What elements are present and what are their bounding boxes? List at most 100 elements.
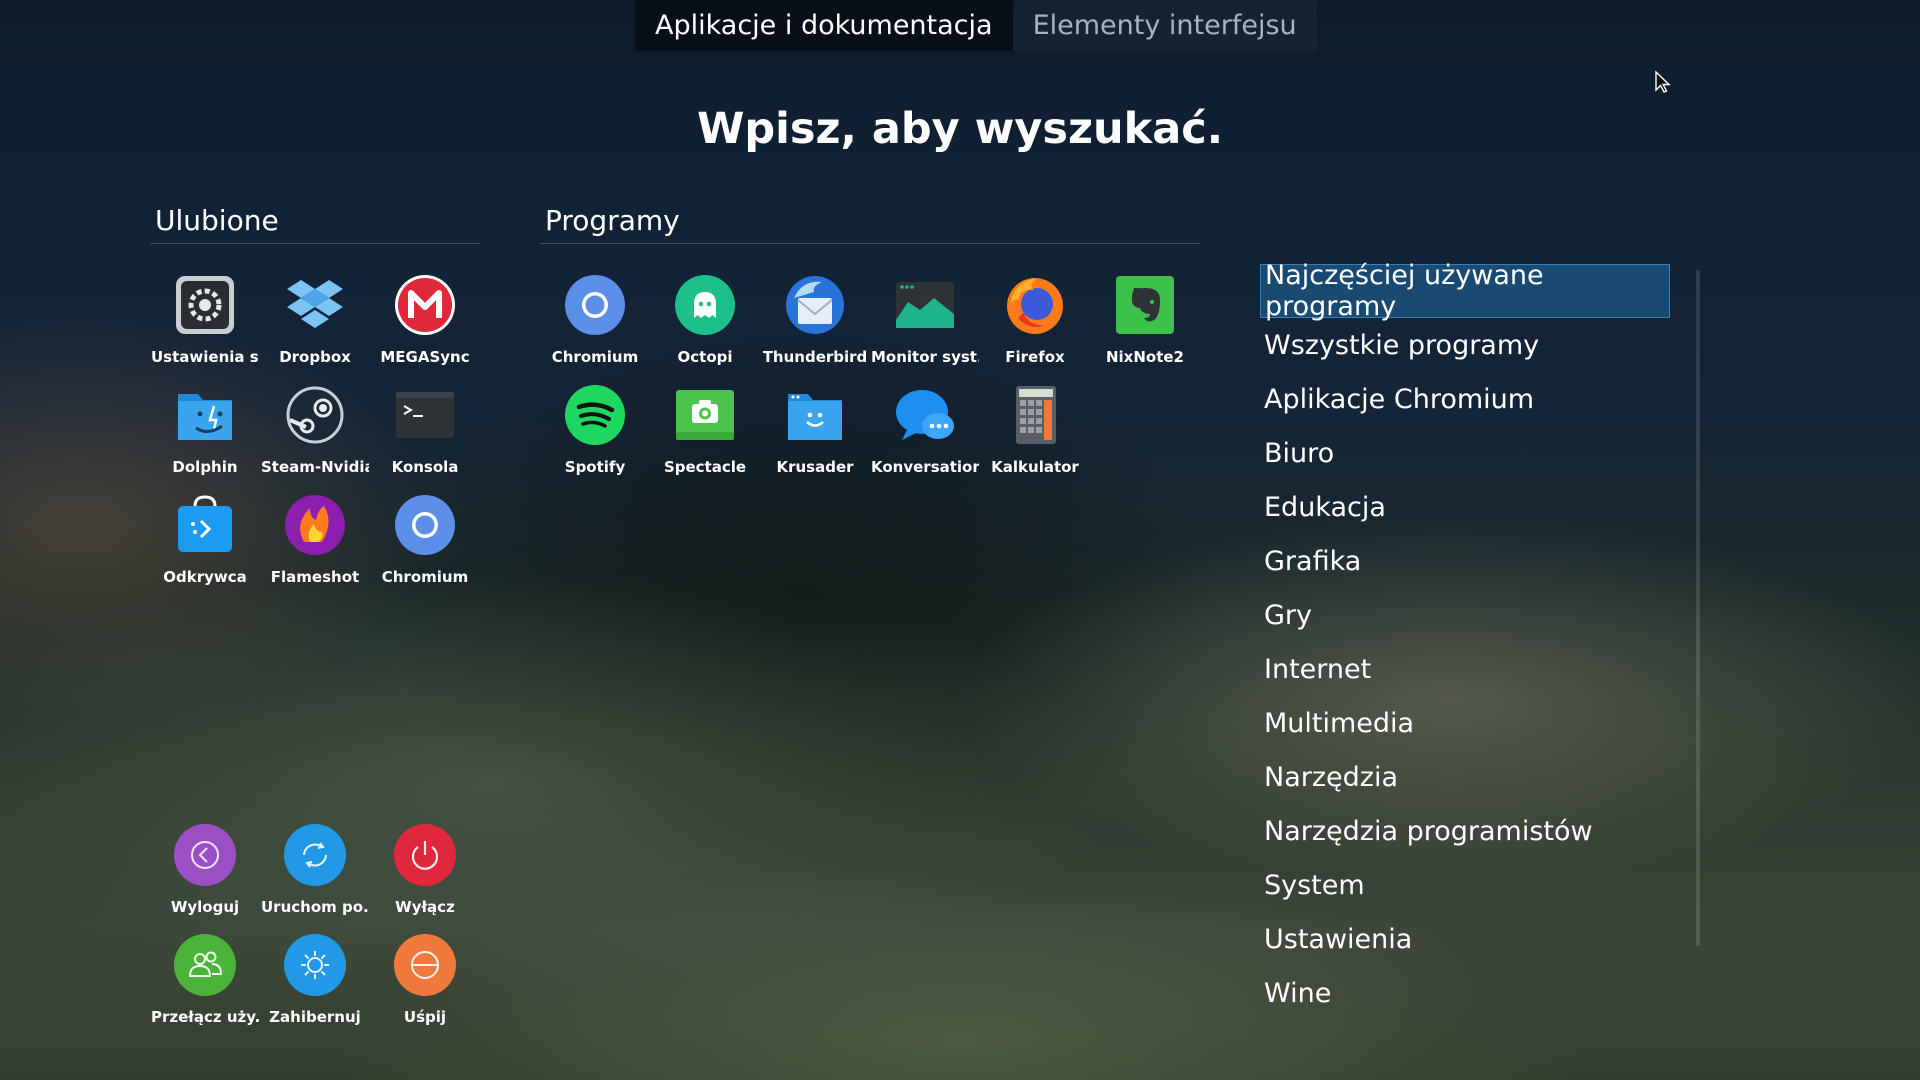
program-chromium[interactable]: Chromium [540, 270, 650, 380]
category-internet[interactable]: Internet [1260, 642, 1670, 696]
program-konversation[interactable]: Konversation [870, 380, 980, 490]
app-label: Ustawienia s... [151, 348, 259, 366]
switch-user-icon [174, 934, 236, 996]
favorites-divider [150, 243, 480, 244]
app-label: Spectacle [663, 458, 747, 476]
favorite-discover[interactable]: Odkrywca [150, 490, 260, 600]
switch-user-button[interactable]: Przełącz uży... [150, 930, 260, 1040]
tab-widgets[interactable]: Elementy interfejsu [1012, 0, 1317, 51]
category-tools[interactable]: Narzędzia [1260, 750, 1670, 804]
favorites-title: Ulubione [155, 204, 279, 237]
program-thunderbird[interactable]: Thunderbird [760, 270, 870, 380]
programs-grid: Chromium Octopi Thunderbird Monitor syst… [540, 270, 1200, 490]
app-label: Chromium [381, 568, 469, 586]
category-developer-tools[interactable]: Narzędzia programistów [1260, 804, 1670, 858]
megasync-icon [394, 274, 456, 336]
favorite-dolphin[interactable]: Dolphin [150, 380, 260, 490]
steam-icon [284, 384, 346, 446]
program-calculator[interactable]: Kalkulator [980, 380, 1090, 490]
spectacle-icon [674, 384, 736, 446]
favorites-grid: Ustawienia s... Dropbox MEGASync Dolphin… [150, 270, 480, 600]
flameshot-icon [284, 494, 346, 556]
power-icon [394, 824, 456, 886]
app-label: Odkrywca [163, 568, 247, 586]
category-games[interactable]: Gry [1260, 588, 1670, 642]
shutdown-button[interactable]: Wyłącz [370, 820, 480, 930]
app-label: Dropbox [279, 348, 351, 366]
program-octopi[interactable]: Octopi [650, 270, 760, 380]
category-graphics[interactable]: Grafika [1260, 534, 1670, 588]
program-firefox[interactable]: Firefox [980, 270, 1090, 380]
favorite-chromium[interactable]: Chromium [370, 490, 480, 600]
programs-divider [540, 243, 1200, 244]
program-nixnote[interactable]: NixNote2 [1090, 270, 1200, 380]
app-label: Konversation [871, 458, 979, 476]
category-settings[interactable]: Ustawienia [1260, 912, 1670, 966]
system-monitor-icon [894, 274, 956, 336]
app-label: Flameshot [270, 568, 360, 586]
chromium-icon [394, 494, 456, 556]
app-label: Krusader [776, 458, 854, 476]
app-label: Firefox [1005, 348, 1065, 366]
tab-bar: Aplikacje i dokumentacja Elementy interf… [635, 0, 1317, 51]
konversation-icon [894, 384, 956, 446]
firefox-icon [1004, 274, 1066, 336]
octopi-icon [674, 274, 736, 336]
program-spotify[interactable]: Spotify [540, 380, 650, 490]
programs-title: Programy [545, 204, 680, 237]
app-label: Zahibernuj [269, 1008, 361, 1026]
category-system[interactable]: System [1260, 858, 1670, 912]
krusader-icon [784, 384, 846, 446]
app-label: Monitor syst... [871, 348, 979, 366]
favorite-megasync[interactable]: MEGASync [370, 270, 480, 380]
favorite-dropbox[interactable]: Dropbox [260, 270, 370, 380]
nixnote-icon [1114, 274, 1176, 336]
app-label: Konsola [391, 458, 459, 476]
dolphin-icon [174, 384, 236, 446]
category-all-programs[interactable]: Wszystkie programy [1260, 318, 1670, 372]
category-wine[interactable]: Wine [1260, 966, 1670, 1020]
app-label: Spotify [564, 458, 626, 476]
category-multimedia[interactable]: Multimedia [1260, 696, 1670, 750]
calculator-icon [1004, 384, 1066, 446]
category-office[interactable]: Biuro [1260, 426, 1670, 480]
app-label: Kalkulator [991, 458, 1079, 476]
category-list: Najczęściej używane programy Wszystkie p… [1260, 260, 1670, 1020]
settings-icon [174, 274, 236, 336]
spotify-icon [564, 384, 626, 446]
sleep-button[interactable]: Uśpij [370, 930, 480, 1040]
program-krusader[interactable]: Krusader [760, 380, 870, 490]
favorite-settings[interactable]: Ustawienia s... [150, 270, 260, 380]
app-label: Uruchom po... [261, 898, 369, 916]
hibernate-button[interactable]: Zahibernuj [260, 930, 370, 1040]
program-system-monitor[interactable]: Monitor syst... [870, 270, 980, 380]
app-label: Thunderbird [762, 348, 868, 366]
restart-icon [284, 824, 346, 886]
favorite-flameshot[interactable]: Flameshot [260, 490, 370, 600]
search-prompt[interactable]: Wpisz, aby wyszukać. [0, 104, 1920, 154]
restart-button[interactable]: Uruchom po... [260, 820, 370, 930]
favorite-steam[interactable]: Steam-Nvidia [260, 380, 370, 490]
category-chromium-apps[interactable]: Aplikacje Chromium [1260, 372, 1670, 426]
hibernate-icon [284, 934, 346, 996]
app-label: Steam-Nvidia [261, 458, 369, 476]
app-label: Chromium [551, 348, 639, 366]
app-label: Uśpij [403, 1008, 447, 1026]
app-label: Octopi [677, 348, 733, 366]
category-education[interactable]: Edukacja [1260, 480, 1670, 534]
thunderbird-icon [784, 274, 846, 336]
category-most-used[interactable]: Najczęściej używane programy [1260, 260, 1670, 322]
tab-apps-and-docs[interactable]: Aplikacje i dokumentacja [635, 0, 1013, 51]
logout-button[interactable]: Wyloguj [150, 820, 260, 930]
app-label: Wyłącz [395, 898, 455, 916]
app-label: Wyloguj [170, 898, 240, 916]
app-label: MEGASync [380, 348, 470, 366]
category-scrollbar[interactable] [1696, 270, 1700, 946]
session-grid: Wyloguj Uruchom po... Wyłącz Przełącz uż… [150, 820, 480, 1040]
app-label: Dolphin [172, 458, 238, 476]
discover-icon [174, 494, 236, 556]
program-spectacle[interactable]: Spectacle [650, 380, 760, 490]
logout-icon [174, 824, 236, 886]
terminal-icon [394, 384, 456, 446]
favorite-konsole[interactable]: Konsola [370, 380, 480, 490]
